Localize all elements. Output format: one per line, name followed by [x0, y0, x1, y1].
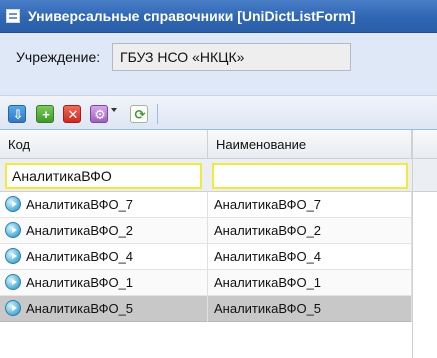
- delete-icon[interactable]: ✕: [63, 105, 81, 123]
- add-icon[interactable]: +: [36, 105, 54, 123]
- name-cell: АналитикаВФО_4: [208, 244, 412, 270]
- toolbar: ⇩ + ✕ ⚙ ⟳: [0, 95, 437, 130]
- code-filter-input[interactable]: [5, 163, 202, 189]
- name-cell: АналитикаВФО_5: [208, 296, 412, 322]
- table-row-selected[interactable]: АналитикаВФО_5 АналитикаВФО_5: [0, 296, 437, 322]
- code-cell: АналитикаВФО_4: [0, 244, 208, 270]
- code-cell: АналитикаВФО_7: [0, 192, 208, 218]
- grid-body: АналитикаВФО_7 АналитикаВФО_7 АналитикаВ…: [0, 192, 437, 322]
- code-cell: АналитикаВФО_2: [0, 218, 208, 244]
- code-cell: АналитикаВФО_1: [0, 270, 208, 296]
- window-title: Универсальные справочники [UniDictListFo…: [28, 8, 356, 24]
- table-row[interactable]: АналитикаВФО_2 АналитикаВФО_2: [0, 218, 437, 244]
- column-header-code[interactable]: Код: [0, 130, 208, 159]
- table-row[interactable]: АналитикаВФО_1 АналитикаВФО_1: [0, 270, 437, 296]
- name-cell: АналитикаВФО_2: [208, 218, 412, 244]
- code-cell: АналитикаВФО_5: [0, 296, 208, 322]
- table-row[interactable]: АналитикаВФО_4 АналитикаВФО_4: [0, 244, 437, 270]
- column-header-name[interactable]: Наименование: [208, 130, 412, 159]
- toolbar-separator: [157, 104, 158, 124]
- window-title-bar: Универсальные справочники [UniDictListFo…: [0, 0, 437, 33]
- window-icon: [6, 9, 20, 23]
- filter-form-panel: Учреждение: ГБУЗ НСО «НКЦК»: [0, 33, 437, 95]
- institution-label: Учреждение:: [16, 49, 101, 65]
- refresh-icon[interactable]: ⟳: [130, 105, 148, 123]
- settings-dropdown-caret-icon[interactable]: [111, 108, 117, 112]
- name-cell: АналитикаВФО_1: [208, 270, 412, 296]
- name-cell: АналитикаВФО_7: [208, 192, 412, 218]
- institution-field[interactable]: ГБУЗ НСО «НКЦК»: [112, 43, 351, 71]
- table-row[interactable]: АналитикаВФО_7 АналитикаВФО_7: [0, 192, 437, 218]
- settings-icon[interactable]: ⚙: [90, 105, 108, 123]
- grid-filter-row: [0, 159, 437, 192]
- grid-right-filler: [412, 130, 437, 358]
- import-icon[interactable]: ⇩: [8, 105, 26, 123]
- grid-header: Код Наименование: [0, 130, 437, 159]
- name-filter-input[interactable]: [212, 163, 408, 189]
